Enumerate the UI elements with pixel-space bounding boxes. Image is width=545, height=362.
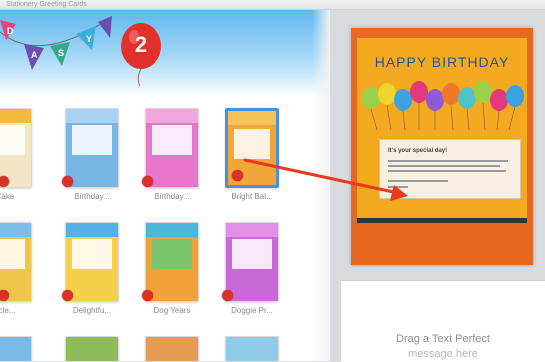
card-label: Birthday... — [154, 192, 190, 201]
card-preview[interactable]: HAPPY BIRTHDAY It's your special day! — [351, 28, 533, 265]
card-gallery: D A S Y 2 Cake Birthday... Birthday... — [0, 10, 330, 361]
card-label: Circle... — [0, 306, 16, 315]
birthday-banner: D A S Y 2 — [0, 10, 330, 98]
card-label: Birthday... — [74, 192, 110, 201]
card-label: Bright Bal... — [231, 192, 273, 201]
card-row3-4[interactable] — [225, 336, 279, 361]
bunting-letter: Y — [86, 34, 92, 44]
bunting-letter: A — [31, 50, 38, 60]
preview-text-line — [388, 180, 448, 182]
bunting-letter: S — [58, 48, 64, 58]
card-doggie-pr[interactable] — [225, 222, 279, 302]
gallery-edge — [312, 10, 330, 361]
window-title: Stationery Greeting Cards — [6, 1, 87, 8]
card-badge-icon — [62, 176, 73, 187]
card-label: Doggie Pr... — [231, 306, 273, 315]
preview-text-line — [388, 186, 408, 188]
drop-zone-title: Drag a Text Perfect — [396, 333, 490, 345]
preview-divider — [357, 218, 527, 223]
card-row3-3[interactable] — [145, 336, 199, 361]
balloon-icon: 2 — [118, 22, 164, 87]
card-delightful[interactable] — [65, 222, 119, 302]
preview-text-line — [388, 160, 508, 162]
card-birthday-1[interactable] — [65, 108, 119, 188]
card-label: Cake — [0, 192, 15, 201]
bunting-letter: D — [7, 26, 14, 36]
preview-text-line — [388, 165, 500, 167]
card-badge-icon — [142, 176, 153, 187]
card-row3-1[interactable] — [0, 336, 32, 361]
card-birthday-2[interactable] — [145, 108, 199, 188]
balloon-number: 2 — [134, 32, 148, 57]
preview-card-face: HAPPY BIRTHDAY It's your special day! — [357, 38, 527, 218]
card-dog-years[interactable] — [145, 222, 199, 302]
message-drop-zone[interactable]: Drag a Text Perfect message here — [341, 280, 545, 362]
preview-message-heading: It's your special day! — [388, 148, 448, 154]
card-badge-icon — [142, 290, 153, 301]
window-titlebar: Stationery Greeting Cards — [0, 0, 545, 10]
card-label: Dog Years — [153, 306, 191, 315]
drop-zone-subtitle: message here — [408, 348, 478, 360]
preview-title: HAPPY BIRTHDAY — [374, 54, 510, 70]
balloons-icon — [362, 81, 524, 130]
card-badge-icon — [232, 170, 243, 181]
card-badge-icon — [62, 290, 73, 301]
card-badge-icon — [222, 290, 233, 301]
card-row3-2[interactable] — [65, 336, 119, 361]
bunting-decoration: D A S Y — [0, 16, 112, 70]
preview-text-line — [388, 170, 506, 172]
card-label: Delightfu... — [72, 306, 112, 315]
preview-message-box: It's your special day! — [379, 139, 521, 199]
